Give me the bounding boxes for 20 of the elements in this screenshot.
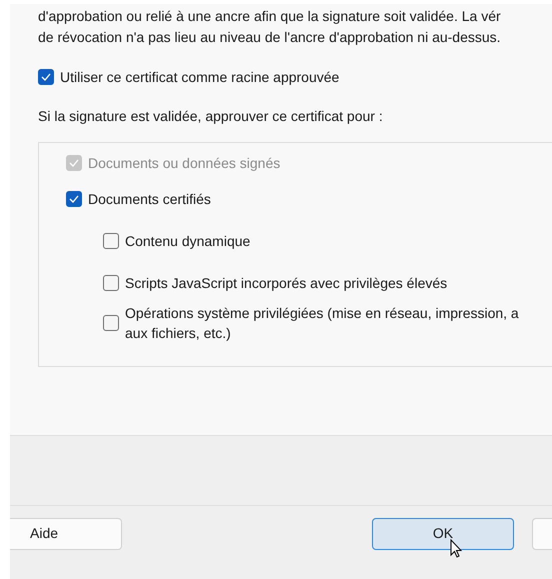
checkbox[interactable] xyxy=(38,69,54,85)
checkbox-label: Utiliser ce certificat comme racine approuvée xyxy=(60,68,340,87)
description-text: d'approbation ou relié à une ancre afin que la signature soit validée. La vér xyxy=(38,7,501,26)
checkmark-icon xyxy=(69,159,79,167)
checkbox[interactable] xyxy=(103,275,119,291)
checkbox-label: Opérations système privilégiées (mise en réseau, impression, a aux fichiers, etc.) xyxy=(125,304,519,343)
checkbox-label: Contenu dynamique xyxy=(125,232,250,251)
checkbox-label: Scripts JavaScript incorporés avec privilèges élevés xyxy=(125,274,448,293)
checkmark-icon xyxy=(41,73,51,81)
checkbox[interactable] xyxy=(103,315,119,331)
checkbox[interactable] xyxy=(103,233,119,249)
help-button[interactable]: Aide xyxy=(10,518,122,550)
checkbox-label: Documents certifiés xyxy=(88,190,211,209)
checkbox[interactable] xyxy=(66,191,82,207)
ok-button[interactable]: OK xyxy=(372,518,514,550)
checkmark-icon xyxy=(69,195,79,203)
mouse-pointer-icon xyxy=(450,539,462,558)
description-text: de révocation n'a pas lieu au niveau de l'ancre d'approbation ni au-dessus. xyxy=(38,28,501,47)
section-label: Si la signature est validée, approuver ce certificat pour : xyxy=(38,108,383,124)
checkbox-label: Documents ou données signés xyxy=(88,154,280,173)
